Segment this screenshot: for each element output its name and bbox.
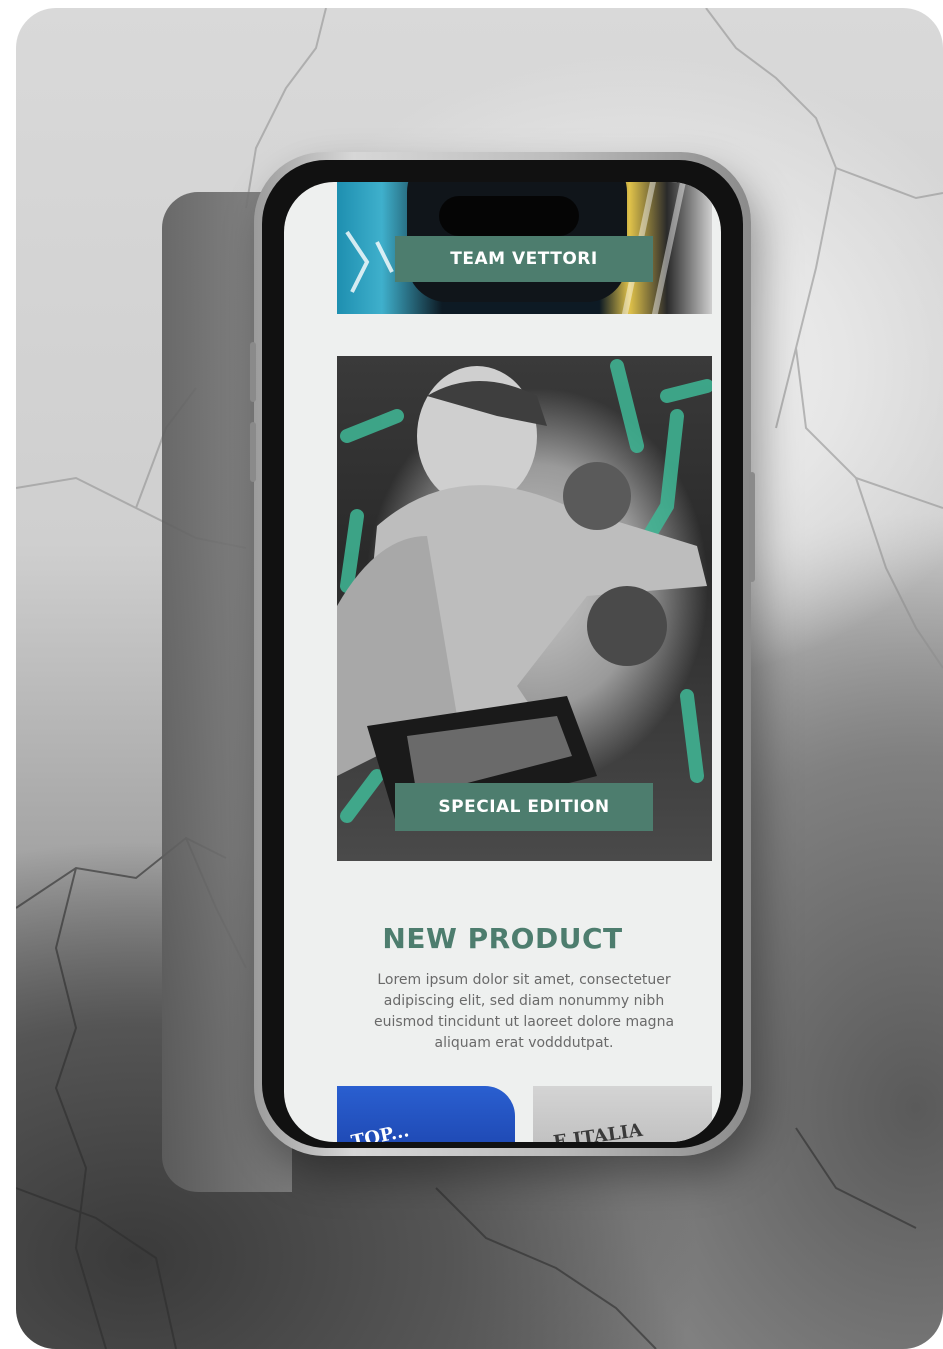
phone-bezel: TEAM VETTORI SPECIAL EDITION NEW PRODUCT… [262, 160, 743, 1148]
description-line: euismod tincidunt ut laoreet dolore magn… [373, 1014, 675, 1030]
description-line: Lorem ipsum dolor sit amet, consectetuer [377, 972, 671, 988]
description-line: aliquam erat vodddutpat. [434, 1035, 614, 1051]
description-line: adipiscing elit, sed diam nonummy nibh [383, 993, 665, 1009]
special-edition-card[interactable]: SPECIAL EDITION [337, 356, 712, 861]
phone-side-button [250, 422, 256, 482]
phone-frame: TEAM VETTORI SPECIAL EDITION NEW PRODUCT… [250, 152, 755, 1156]
special-edition-label: SPECIAL EDITION [395, 783, 653, 831]
phone-side-button [749, 472, 755, 582]
product-thumbnail-grey[interactable]: E.ITALIA [533, 1086, 712, 1142]
new-product-description: Lorem ipsum dolor sit amet, consectetuer… [334, 970, 714, 1054]
thumbnail-print: E.ITALIA [551, 1119, 644, 1142]
thumbnail-print: TOP... [349, 1120, 411, 1142]
phone-side-button [250, 342, 256, 402]
new-product-title: NEW PRODUCT [382, 922, 623, 955]
dynamic-island [439, 196, 579, 236]
product-thumbnail-blue[interactable]: TOP... [337, 1086, 515, 1142]
phone-screen[interactable]: TEAM VETTORI SPECIAL EDITION NEW PRODUCT… [284, 182, 721, 1142]
team-vettori-label: TEAM VETTORI [395, 236, 653, 282]
